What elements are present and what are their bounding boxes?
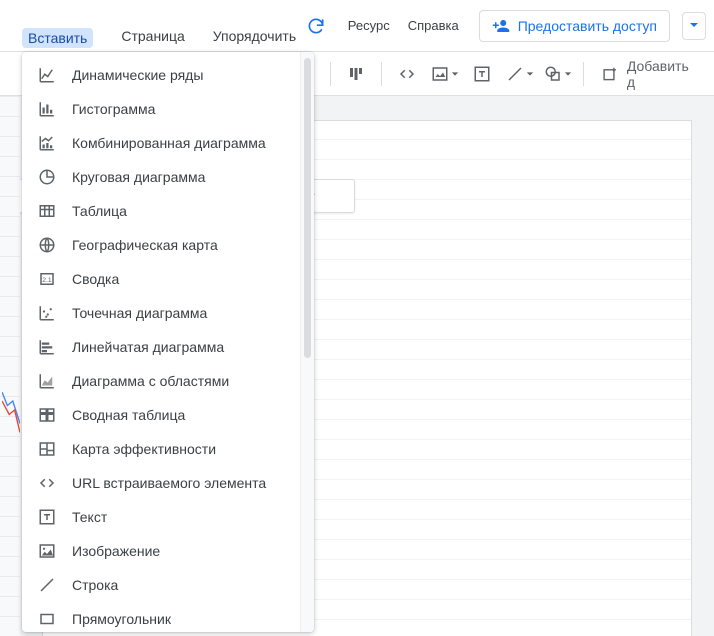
menu-item-treemap[interactable]: Карта эффективности: [22, 432, 300, 466]
menu-item-label: Линейчатая диаграмма: [72, 339, 224, 355]
chevron-down-icon: [689, 20, 699, 30]
menu-item-combo-chart[interactable]: Комбинированная диаграмма: [22, 126, 300, 160]
menu-item-rectangle[interactable]: Прямоугольник: [22, 602, 300, 632]
menu-item-geo-map[interactable]: Географическая карта: [22, 228, 300, 262]
text-icon: [473, 65, 491, 83]
menu-item-label: Комбинированная диаграмма: [72, 135, 266, 151]
menu-arrange[interactable]: Упорядочить: [213, 28, 296, 48]
line-tool-icon: [506, 65, 524, 83]
menu-item-label: URL встраиваемого элемента: [72, 475, 266, 491]
menu-item-url-embed[interactable]: URL встраиваемого элемента: [22, 466, 300, 500]
canvas-ruler-left: [0, 96, 20, 636]
scorecard-icon: 2.1: [38, 270, 56, 288]
treemap-icon: [38, 440, 56, 458]
menu-item-bar-chart[interactable]: Гистограмма: [22, 92, 300, 126]
align-button[interactable]: [339, 56, 373, 92]
line-button[interactable]: [503, 56, 537, 92]
area-chart-icon: [38, 372, 56, 390]
add-data-icon: [602, 65, 619, 83]
shape-button[interactable]: [541, 56, 575, 92]
menu-item-scorecard[interactable]: 2.1 Сводка: [22, 262, 300, 296]
text-button[interactable]: [466, 56, 500, 92]
menu-item-label: Прямоугольник: [72, 611, 171, 627]
menu-item-image[interactable]: Изображение: [22, 534, 300, 568]
menu-item-line[interactable]: Строка: [22, 568, 300, 602]
add-data-label: Добавить д: [627, 58, 696, 90]
bar-chart-icon: [38, 100, 56, 118]
share-button[interactable]: Предоставить доступ: [479, 10, 670, 42]
menu-item-label: Сводка: [72, 271, 119, 287]
url-embed-icon: [38, 474, 56, 492]
menu-help[interactable]: Справка: [408, 18, 459, 33]
menu-item-label: Диаграмма с областями: [72, 373, 229, 389]
menu-bar: Вставить Страница Упорядочить: [22, 28, 296, 48]
menu-item-hbar-chart[interactable]: Линейчатая диаграмма: [22, 330, 300, 364]
rectangle-icon: [38, 610, 56, 628]
code-icon: [398, 65, 416, 83]
line-icon: [38, 576, 56, 594]
insert-menu-list[interactable]: Динамические ряды Гистограмма Комбинирован…: [22, 52, 300, 632]
share-label: Предоставить доступ: [518, 18, 657, 34]
menu-item-label: Географическая карта: [72, 237, 218, 253]
scatter-icon: [38, 304, 56, 322]
menu-item-label: Изображение: [72, 543, 160, 559]
menu-item-label: Динамические ряды: [72, 67, 203, 83]
menu-item-pivot-table[interactable]: Сводная таблица: [22, 398, 300, 432]
geo-map-icon: [38, 236, 56, 254]
add-person-icon: [492, 17, 510, 35]
refresh-button[interactable]: [296, 12, 336, 40]
pie-chart-icon: [38, 168, 56, 186]
mini-chart-icon: [2, 380, 20, 440]
svg-text:2.1: 2.1: [42, 277, 52, 284]
menu-item-scatter[interactable]: Точечная диаграмма: [22, 296, 300, 330]
refresh-icon: [306, 16, 326, 36]
menu-item-label: Сводная таблица: [72, 407, 185, 423]
time-series-icon: [38, 66, 56, 84]
align-icon: [347, 65, 365, 83]
toolbar-separator: [583, 62, 584, 86]
insert-menu-dropdown: Динамические ряды Гистограмма Комбинирован…: [22, 52, 314, 632]
menu-item-label: Круговая диаграмма: [72, 169, 205, 185]
chevron-down-icon: [451, 70, 459, 78]
menu-item-label: Строка: [72, 577, 118, 593]
menu-item-label: Текст: [72, 509, 107, 525]
menu-insert[interactable]: Вставить: [22, 28, 93, 48]
menu-page[interactable]: Страница: [121, 28, 184, 48]
shape-icon: [544, 65, 562, 83]
menu-item-label: Таблица: [72, 203, 127, 219]
menu-item-pie-chart[interactable]: Круговая диаграмма: [22, 160, 300, 194]
menu-item-label: Точечная диаграмма: [72, 305, 207, 321]
combo-chart-icon: [38, 134, 56, 152]
pivot-table-icon: [38, 406, 56, 424]
toolbar-separator: [381, 62, 382, 86]
menu-resource[interactable]: Ресурс: [348, 18, 390, 33]
share-dropdown[interactable]: [682, 12, 706, 40]
chevron-down-icon: [526, 70, 534, 78]
image-button[interactable]: [428, 56, 462, 92]
add-data-button[interactable]: Добавить д: [592, 58, 706, 90]
image-icon: [431, 65, 449, 83]
menu-item-table[interactable]: Таблица: [22, 194, 300, 228]
menu-item-label: Гистограмма: [72, 101, 155, 117]
text-icon: [38, 508, 56, 526]
menu-item-label: Карта эффективности: [72, 441, 216, 457]
hbar-chart-icon: [38, 338, 56, 356]
toolbar-separator: [330, 62, 331, 86]
menu-item-time-series[interactable]: Динамические ряды: [22, 58, 300, 92]
menu-item-area-chart[interactable]: Диаграмма с областями: [22, 364, 300, 398]
scrollbar-thumb[interactable]: [304, 58, 311, 358]
chevron-down-icon: [564, 70, 572, 78]
dropdown-scrollbar[interactable]: [300, 52, 314, 632]
menu-item-text[interactable]: Текст: [22, 500, 300, 534]
embed-button[interactable]: [390, 56, 424, 92]
image-icon: [38, 542, 56, 560]
table-icon: [38, 202, 56, 220]
